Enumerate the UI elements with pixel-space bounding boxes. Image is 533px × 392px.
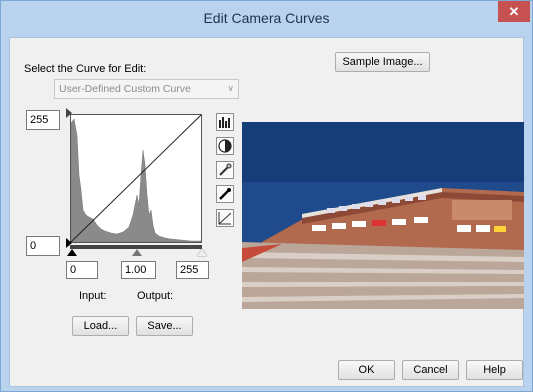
white-point-handle[interactable] — [197, 249, 207, 256]
input-label: Input: — [79, 290, 107, 302]
white-level-field[interactable]: 255 — [176, 261, 209, 279]
max-input-field[interactable]: 255 — [26, 110, 60, 130]
min-input-field[interactable]: 0 — [26, 236, 60, 256]
histogram-curve-svg — [71, 115, 201, 242]
sample-image-preview — [242, 122, 524, 309]
sample-image-button[interactable]: Sample Image... — [335, 52, 430, 72]
load-button[interactable]: Load... — [72, 316, 129, 336]
close-button[interactable]: ✕ — [498, 1, 530, 22]
dialog-body: Select the Curve for Edit: User-Defined … — [9, 37, 524, 387]
black-point-handle[interactable] — [67, 249, 77, 256]
contrast-tool-button[interactable] — [216, 137, 234, 155]
curve-reset-icon — [218, 212, 232, 225]
curve-graph[interactable] — [70, 114, 202, 243]
curve-select-label: Select the Curve for Edit: — [24, 63, 147, 75]
cancel-button[interactable]: Cancel — [402, 360, 459, 380]
window-title: Edit Camera Curves — [203, 10, 330, 26]
help-button[interactable]: Help — [466, 360, 523, 380]
edit-camera-curves-window: Edit Camera Curves ✕ Select the Curve fo… — [0, 0, 533, 392]
curve-select[interactable]: User-Defined Custom Curve ∨ — [54, 79, 239, 99]
gamma-field[interactable]: 1.00 — [121, 261, 156, 279]
gamma-handle[interactable] — [132, 249, 142, 256]
contrast-icon — [218, 139, 232, 153]
save-button[interactable]: Save... — [136, 316, 193, 336]
output-max-marker[interactable] — [66, 108, 72, 118]
eyedropper-white-icon — [219, 163, 232, 176]
black-level-field[interactable]: 0 — [66, 261, 98, 279]
black-eyedropper-button[interactable] — [216, 185, 234, 203]
title-bar[interactable]: Edit Camera Curves ✕ — [1, 1, 532, 33]
output-label: Output: — [137, 290, 174, 302]
chevron-down-icon: ∨ — [227, 83, 234, 93]
curve-select-value: User-Defined Custom Curve — [59, 83, 191, 95]
white-eyedropper-button[interactable] — [216, 161, 234, 179]
curve-reset-button[interactable] — [216, 209, 234, 227]
ok-button[interactable]: OK — [338, 360, 395, 380]
stadium-photo — [242, 122, 524, 309]
histogram-tool-button[interactable] — [216, 113, 234, 131]
eyedropper-black-icon — [219, 188, 231, 200]
histogram-icon — [219, 117, 230, 128]
